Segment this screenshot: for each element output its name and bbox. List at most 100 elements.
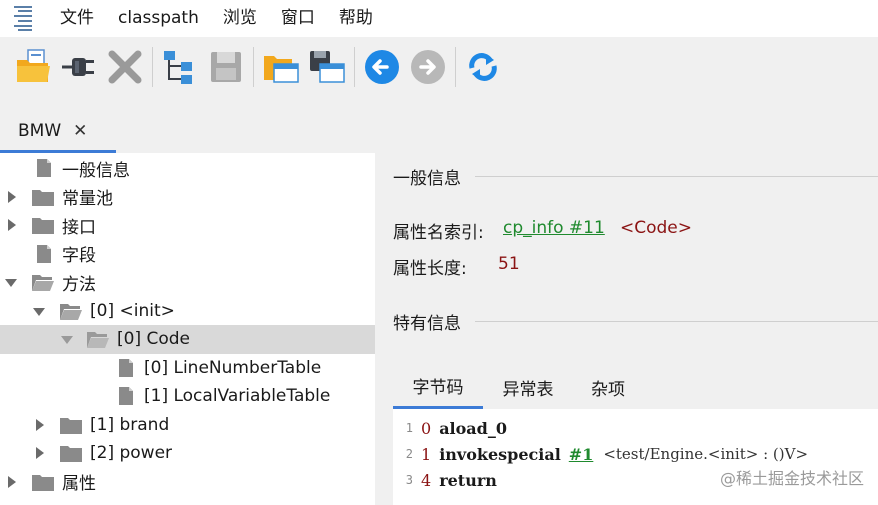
constant-pool-ref-link[interactable]: #1 (569, 445, 594, 464)
bytecode-opcode: return (439, 470, 497, 490)
close-x-icon (108, 50, 142, 84)
tree-item-local-variable-table[interactable]: [1] LocalVariableTable (0, 382, 375, 411)
refresh-button[interactable] (460, 44, 506, 90)
chevron-down-icon[interactable] (4, 276, 18, 290)
folder-icon (32, 189, 54, 206)
tab-bmw[interactable]: BMW ✕ (0, 109, 116, 153)
open-folder-icon (60, 303, 82, 320)
chevron-down-icon[interactable] (60, 333, 74, 347)
detail-panel: 一般信息 属性名索引: cp_info #11 <Code> 属性长度: 51 … (375, 153, 878, 505)
toolbar-separator (152, 47, 153, 87)
save-button[interactable] (203, 44, 249, 90)
folder-icon (60, 417, 82, 434)
file-icon (119, 358, 133, 377)
tree-item-label: [0] Code (117, 329, 191, 350)
chevron-down-icon[interactable] (32, 305, 46, 319)
name-index-tag: <Code> (620, 218, 693, 238)
menu-file[interactable]: 文件 (48, 0, 106, 37)
tree-item-label: [2] power (90, 443, 173, 464)
tree-item-label: [1] brand (90, 414, 170, 435)
bytecode-opcode: invokespecial (439, 444, 561, 464)
bytecode-offset: 4 (421, 470, 432, 490)
save-icon (211, 52, 241, 82)
menu-bar: 文件 classpath 浏览 窗口 帮助 (0, 0, 878, 37)
toolbar-separator (455, 47, 456, 87)
file-icon (37, 159, 51, 177)
document-tab-bar: BMW ✕ (0, 97, 878, 153)
folder-icon (32, 218, 54, 234)
line-number: 1 (405, 421, 413, 435)
back-button[interactable] (359, 44, 405, 90)
toolbar (0, 37, 878, 97)
name-index-link[interactable]: cp_info #11 (503, 218, 605, 238)
open-folder-icon (87, 332, 109, 348)
tree-item-method-power[interactable]: [2] power (0, 439, 375, 468)
tree-item-method-init[interactable]: [0] <init> (0, 297, 375, 326)
specific-info-tabs: 字节码 异常表 杂项 (393, 365, 878, 409)
close-button[interactable] (102, 44, 148, 90)
toolbar-separator (253, 47, 254, 87)
tree-item-attributes[interactable]: 属性 (0, 468, 375, 497)
tree-item-label: 接口 (62, 217, 96, 238)
tree-item-label: [1] LocalVariableTable (144, 386, 331, 407)
bytecode-opcode: aload_0 (439, 418, 507, 438)
folder-icon (60, 446, 82, 462)
chevron-right-icon[interactable] (5, 190, 19, 204)
tree-item-method-brand[interactable]: [1] brand (0, 411, 375, 440)
tab-misc[interactable]: 杂项 (573, 365, 643, 409)
hierarchy-button[interactable] (157, 44, 203, 90)
tab-exception-table[interactable]: 异常表 (483, 365, 573, 409)
open-folder-icon (32, 275, 54, 291)
tree-item-label: 字段 (62, 246, 96, 267)
forward-button[interactable] (405, 44, 451, 90)
tree-item-interfaces[interactable]: 接口 (0, 211, 375, 240)
open-folder-icon (17, 49, 50, 82)
tree-item-label: [0] <init> (90, 300, 175, 321)
menu-classpath[interactable]: classpath (106, 0, 211, 37)
tree-item-constant-pool[interactable]: 常量池 (0, 183, 375, 212)
specific-info-heading: 特有信息 (393, 314, 461, 334)
plug-icon (62, 58, 94, 76)
tree-item-label: 方法 (62, 274, 96, 295)
attribute-length-value: 51 (498, 254, 520, 274)
save-window-button[interactable] (304, 44, 350, 90)
file-icon (37, 244, 51, 263)
tree-item-code-attribute[interactable]: [0] Code (0, 325, 375, 354)
connect-button[interactable] (56, 44, 102, 90)
menu-window[interactable]: 窗口 (269, 0, 327, 37)
bytecode-offset: 0 (421, 418, 432, 438)
save-window-icon (310, 51, 345, 83)
general-info-heading: 一般信息 (393, 169, 461, 189)
chevron-right-icon[interactable] (33, 418, 47, 432)
chevron-right-icon[interactable] (5, 475, 19, 489)
tab-label: BMW (18, 121, 62, 141)
chevron-right-icon[interactable] (33, 446, 47, 460)
line-number: 2 (405, 447, 413, 461)
toolbar-separator (354, 47, 355, 87)
bytecode-line: 2 1 invokespecial #1 <test/Engine.<init>… (393, 441, 808, 467)
tree-item-line-number-table[interactable]: [0] LineNumberTable (0, 354, 375, 383)
tab-bytecode[interactable]: 字节码 (393, 365, 483, 409)
bytecode-offset: 1 (421, 444, 432, 464)
tree-item-label: [0] LineNumberTable (144, 357, 322, 378)
menu-browse[interactable]: 浏览 (211, 0, 269, 37)
close-icon[interactable]: ✕ (73, 121, 87, 141)
open-file-button[interactable] (10, 44, 56, 90)
tree-item-methods[interactable]: 方法 (0, 268, 375, 297)
tree-item-label: 属性 (62, 474, 96, 495)
tree-item-general-info[interactable]: 一般信息 (0, 154, 375, 183)
file-icon (119, 387, 133, 405)
tree-hierarchy-icon (164, 51, 192, 84)
tree-item-fields[interactable]: 字段 (0, 240, 375, 269)
menu-help[interactable]: 帮助 (327, 0, 385, 37)
open-window-button[interactable] (258, 44, 304, 90)
folder-icon (32, 474, 54, 491)
sync-icon (469, 53, 497, 81)
tree-item-label: 常量池 (62, 189, 113, 210)
bytecode-viewer[interactable]: 1 0 aload_0 2 1 invokespecial #1 <test/E… (393, 409, 878, 505)
forward-arrow-icon (411, 50, 445, 84)
section-divider (475, 176, 878, 177)
bytecode-line: 1 0 aload_0 (393, 415, 507, 441)
line-number: 3 (405, 473, 413, 487)
chevron-right-icon[interactable] (5, 218, 19, 232)
